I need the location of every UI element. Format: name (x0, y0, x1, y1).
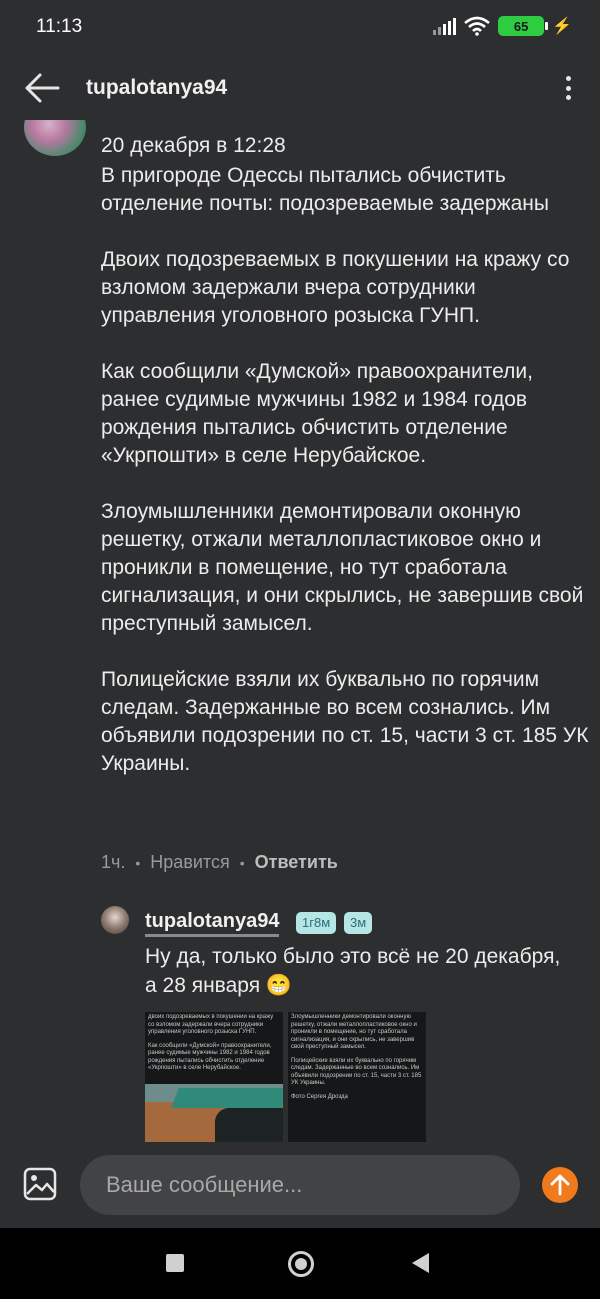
status-icons: 65 ⚡ (433, 16, 572, 36)
more-vertical-icon (565, 76, 571, 81)
status-bar: 11:13 65 ⚡ (0, 0, 600, 56)
attachment-image[interactable]: двоих подозреваемых в покушении на кражу… (145, 1012, 283, 1142)
post-time: 1ч. (101, 852, 126, 872)
message-input[interactable] (80, 1155, 520, 1215)
reply-author[interactable]: tupalotanya94 (145, 910, 280, 937)
status-badge: 3м (344, 912, 373, 934)
post-paragraph: Двоих подозреваемых в покушении на кражу… (101, 248, 570, 327)
arrow-left-icon (25, 73, 60, 103)
send-arrow-icon (550, 1174, 570, 1196)
send-button[interactable] (542, 1167, 578, 1203)
charging-icon: ⚡ (552, 18, 572, 35)
signal-icon (433, 17, 457, 35)
system-nav-bar (0, 1228, 600, 1299)
like-button[interactable]: Нравится (150, 852, 229, 873)
wifi-icon (464, 16, 490, 36)
more-options-button[interactable] (558, 72, 578, 104)
avatar[interactable] (24, 120, 86, 156)
back-icon[interactable] (412, 1253, 429, 1273)
composer (0, 1142, 600, 1228)
image-icon (23, 1167, 57, 1201)
back-button[interactable] (22, 70, 62, 106)
post-paragraph: Злоумышленники демонтировали оконную реш… (101, 500, 584, 635)
chat-header: tupalotanya94 (0, 56, 600, 120)
reply-button[interactable]: Ответить (255, 852, 338, 873)
battery-icon: 65 (498, 16, 549, 36)
attachment-image[interactable]: Злоумышленники демонтировали оконную реш… (288, 1012, 426, 1142)
attachment-photo (145, 1084, 283, 1142)
reply-text: Ну да, только было это всё не 20 декабря… (145, 945, 561, 997)
post-paragraph: Как сообщили «Думской» правоохранители, … (101, 360, 533, 467)
post-meta: 1ч. • Нравится • Ответить (101, 852, 338, 873)
attachment-text: Как сообщили «Думской» правоохранители, … (148, 1042, 272, 1072)
attach-image-button[interactable] (22, 1166, 58, 1202)
recent-apps-icon[interactable] (166, 1254, 184, 1272)
status-time: 11:13 (36, 16, 83, 37)
post-paragraph: Полицейские взяли их буквально по горячи… (101, 668, 589, 775)
post-body: В пригороде Одессы пытались обчистить от… (101, 162, 591, 806)
attachment-text: Злоумышленники демонтировали оконную реш… (291, 1014, 417, 1050)
home-icon[interactable] (288, 1251, 314, 1277)
chat-title[interactable]: tupalotanya94 (86, 76, 227, 100)
status-badge: 1г8м (296, 912, 337, 934)
avatar[interactable] (101, 906, 129, 934)
post-paragraph: В пригороде Одессы пытались обчистить от… (101, 164, 549, 215)
battery-level: 65 (513, 18, 529, 34)
attachment-text: Фото Сергея Дрозда (291, 1093, 348, 1100)
post-date: 20 декабря в 12:28 (101, 134, 286, 157)
attachment-text: двоих подозреваемых в покушении на кражу… (148, 1014, 274, 1035)
message-list[interactable]: 20 декабря в 12:28 В пригороде Одессы пы… (0, 120, 600, 1142)
attachment-text: Полицейские взяли их буквально по горячи… (291, 1057, 422, 1087)
